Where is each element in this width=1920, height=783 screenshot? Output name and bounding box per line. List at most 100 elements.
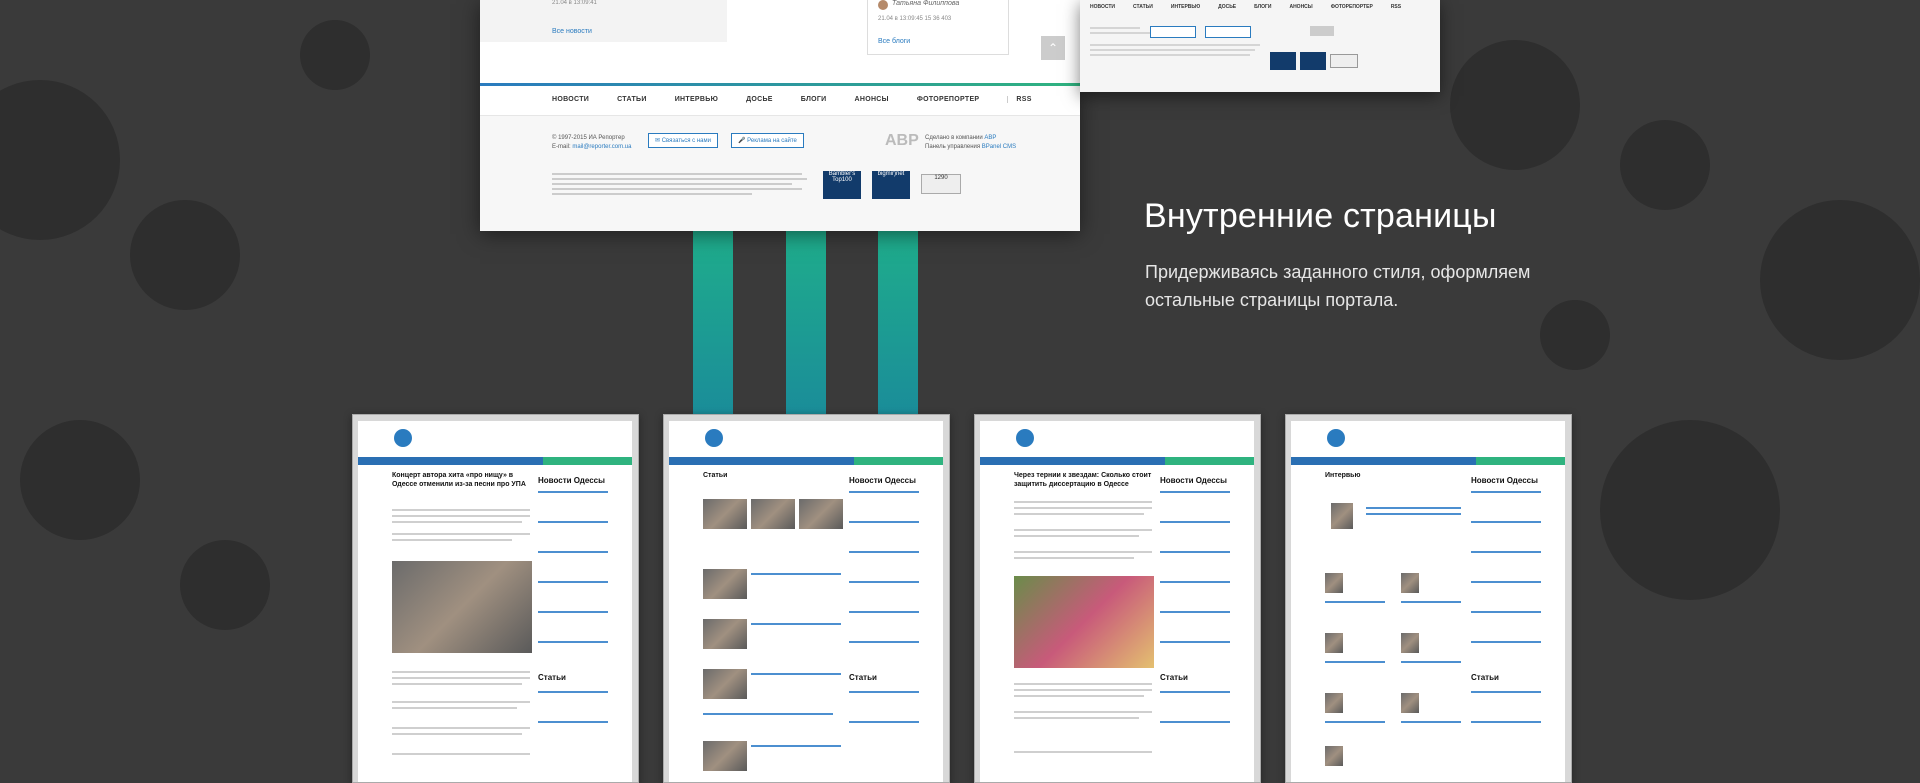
preview-navbar-accent bbox=[854, 457, 943, 465]
email-link[interactable]: mail@reporter.com.ua bbox=[572, 144, 631, 150]
nav-item-news[interactable]: НОВОСТИ bbox=[552, 96, 589, 103]
preview-navbar-accent bbox=[1165, 457, 1254, 465]
preview-side-title: Статьи bbox=[849, 673, 877, 682]
ads-button-label: Реклама на сайте bbox=[747, 138, 797, 144]
small-abp-logo bbox=[1310, 26, 1334, 36]
cms-info: Панель управления BPanel CMS bbox=[925, 144, 1016, 150]
blog-meta: 21.04 в 13:09:45 15 36 403 bbox=[878, 16, 952, 22]
decor-stripe bbox=[693, 225, 733, 425]
logo-icon bbox=[705, 429, 723, 447]
page-preview: Интервью Новости Одессы Статьи bbox=[1291, 421, 1565, 782]
bg-circle bbox=[1450, 40, 1580, 170]
site-footer: © 1997-2015 ИА Репортер E-mail: mail@rep… bbox=[480, 115, 1080, 231]
scroll-top-button[interactable]: ⌃ bbox=[1041, 36, 1065, 60]
page-preview: Концерт автора хита «про нищу» в Одессе … bbox=[358, 421, 632, 782]
all-blogs-link[interactable]: Все блоги bbox=[878, 38, 910, 45]
preview-title: Статьи bbox=[703, 472, 728, 479]
bg-circle bbox=[180, 540, 270, 630]
decor-stripe bbox=[786, 225, 826, 425]
logo-icon bbox=[1327, 429, 1345, 447]
legal-text bbox=[552, 170, 812, 198]
made-by-link[interactable]: ABP bbox=[984, 135, 996, 141]
nav-item-announces[interactable]: АНОНСЫ bbox=[855, 96, 889, 103]
nav-item-dossier[interactable]: ДОСЬЕ bbox=[1218, 4, 1236, 10]
nav-item-blogs[interactable]: БЛОГИ bbox=[801, 96, 827, 103]
chevron-up-icon: ⌃ bbox=[1047, 41, 1059, 55]
counter-badge[interactable]: 1290 bbox=[921, 174, 961, 194]
made-by: Сделано в компании ABP bbox=[925, 135, 996, 141]
ads-button[interactable]: 🎤 Реклама на сайте bbox=[731, 133, 804, 148]
blog-card: Татьяна Филиппова 21.04 в 13:09:45 15 36… bbox=[867, 0, 1009, 55]
preview-title: Концерт автора хита «про нищу» в Одессе … bbox=[392, 472, 526, 488]
preview-side-title: Статьи bbox=[1471, 673, 1499, 682]
copyright: © 1997-2015 ИА Репортер bbox=[552, 135, 625, 141]
footer-screenshot: 21.04 в 13:09:41 Все новости Татьяна Фил… bbox=[480, 0, 1080, 231]
preview-title: Через тернии к звездам: Сколько стоит за… bbox=[1014, 472, 1152, 488]
section-heading: Внутренние страницы bbox=[1144, 197, 1497, 235]
page-preview: Через тернии к звездам: Сколько стоит за… bbox=[980, 421, 1254, 782]
top100-badge[interactable]: Bambler's Top100 bbox=[823, 171, 861, 199]
thumbnail-article-page[interactable]: Концерт автора хита «про нищу» в Одессе … bbox=[352, 414, 639, 783]
bg-circle bbox=[20, 420, 140, 540]
nav-item-photoreporter[interactable]: ФОТОРЕПОРТЕР bbox=[917, 96, 980, 103]
preview-photo bbox=[392, 561, 532, 653]
small-nav: НОВОСТИ СТАТЬИ ИНТЕРВЬЮ ДОСЬЕ БЛОГИ АНОН… bbox=[1090, 4, 1401, 10]
nav-item-dossier[interactable]: ДОСЬЕ bbox=[746, 96, 773, 103]
small-badge[interactable] bbox=[1300, 52, 1326, 70]
preview-side-title: Новости Одессы bbox=[538, 476, 605, 485]
logo-icon bbox=[1016, 429, 1034, 447]
bg-circle bbox=[130, 200, 240, 310]
blog-author[interactable]: Татьяна Филиппова bbox=[892, 0, 959, 7]
preview-photo bbox=[1014, 576, 1154, 668]
thumbnail-articles-list[interactable]: Статьи Новости Одессы Статьи bbox=[663, 414, 950, 783]
screenshot-upper: 21.04 в 13:09:41 Все новости Татьяна Фил… bbox=[480, 0, 1080, 84]
nav-item-blogs[interactable]: БЛОГИ bbox=[1254, 4, 1271, 10]
cms-link[interactable]: BPanel CMS bbox=[982, 144, 1016, 150]
decor-stripe bbox=[878, 225, 918, 425]
logo-icon bbox=[394, 429, 412, 447]
preview-title: Интервью bbox=[1325, 472, 1361, 479]
bg-circle bbox=[1760, 200, 1920, 360]
contact-button-label: Связаться с нами bbox=[661, 138, 711, 144]
contact-button[interactable]: ✉ Связаться с нами bbox=[648, 133, 718, 148]
preview-navbar-accent bbox=[1476, 457, 1565, 465]
nav-item-articles[interactable]: СТАТЬИ bbox=[617, 96, 647, 103]
bg-circle bbox=[1620, 120, 1710, 210]
preview-side-title: Статьи bbox=[1160, 673, 1188, 682]
nav-item-rss[interactable]: RSS bbox=[1007, 96, 1031, 103]
nav-item-interview[interactable]: ИНТЕРВЬЮ bbox=[1171, 4, 1200, 10]
small-badge[interactable] bbox=[1330, 54, 1358, 68]
preview-side-title: Новости Одессы bbox=[1471, 476, 1538, 485]
cms-prefix: Панель управления bbox=[925, 144, 981, 150]
bigmir-badge[interactable]: bigmir)net bbox=[872, 171, 910, 199]
thumbnail-interview-page[interactable]: Интервью Новости Одессы Статьи bbox=[1285, 414, 1572, 783]
avatar bbox=[878, 0, 888, 10]
bg-circle bbox=[300, 20, 370, 90]
nav-item-rss[interactable]: RSS bbox=[1391, 4, 1401, 10]
section-description: Придерживаясь заданного стиля, оформляем… bbox=[1145, 262, 1531, 310]
small-contact-button[interactable] bbox=[1150, 26, 1196, 38]
nav-item-interview[interactable]: ИНТЕРВЬЮ bbox=[675, 96, 718, 103]
bg-circle bbox=[0, 80, 120, 240]
made-by-prefix: Сделано в компании bbox=[925, 135, 983, 141]
footer-nav: НОВОСТИ СТАТЬИ ИНТЕРВЬЮ ДОСЬЕ БЛОГИ АНОН… bbox=[552, 96, 1032, 103]
abp-logo: ABP bbox=[885, 132, 919, 149]
small-ads-button[interactable] bbox=[1205, 26, 1251, 38]
footer-screenshot-small: НОВОСТИ СТАТЬИ ИНТЕРВЬЮ ДОСЬЕ БЛОГИ АНОН… bbox=[1080, 0, 1440, 92]
news-block: 21.04 в 13:09:41 Все новости bbox=[480, 0, 727, 42]
thumbnail-feature-page[interactable]: Через тернии к звездам: Сколько стоит за… bbox=[974, 414, 1261, 783]
news-meta: 21.04 в 13:09:41 bbox=[552, 0, 597, 6]
small-badge[interactable] bbox=[1270, 52, 1296, 70]
preview-navbar-accent bbox=[543, 457, 632, 465]
preview-side-title: Статьи bbox=[538, 673, 566, 682]
nav-item-announces[interactable]: АНОНСЫ bbox=[1289, 4, 1312, 10]
preview-side-title: Новости Одессы bbox=[849, 476, 916, 485]
nav-item-news[interactable]: НОВОСТИ bbox=[1090, 4, 1115, 10]
email-label: E-mail: bbox=[552, 144, 571, 150]
preview-side-title: Новости Одессы bbox=[1160, 476, 1227, 485]
all-news-link[interactable]: Все новости bbox=[552, 28, 592, 35]
bg-circle bbox=[1600, 420, 1780, 600]
page-preview: Статьи Новости Одессы Статьи bbox=[669, 421, 943, 782]
nav-item-photoreporter[interactable]: ФОТОРЕПОРТЕР bbox=[1331, 4, 1373, 10]
nav-item-articles[interactable]: СТАТЬИ bbox=[1133, 4, 1153, 10]
